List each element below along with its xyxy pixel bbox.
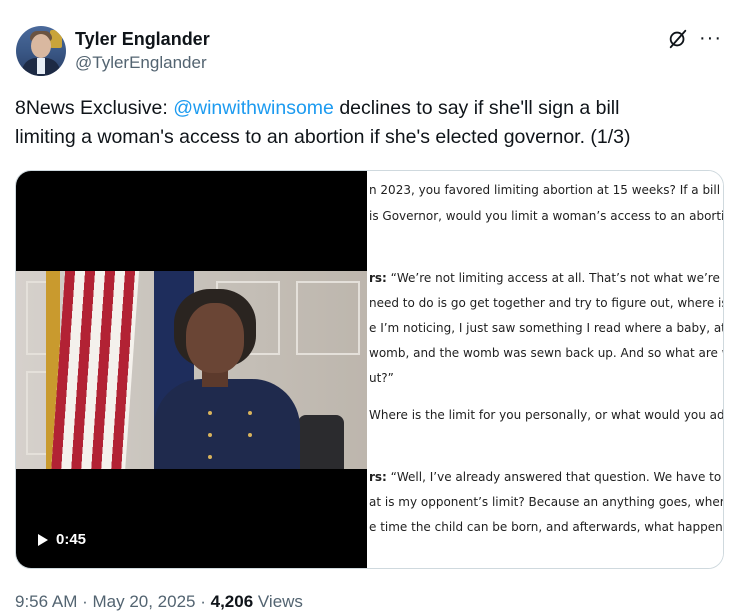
tweet-meta: 9:56 AM · May 20, 2025 · 4,206 Views bbox=[15, 592, 303, 611]
author-name[interactable]: Tyler Englander bbox=[75, 29, 210, 50]
transcript-line: n 2023, you favored limiting abortion at… bbox=[369, 183, 723, 197]
transcript-line: rs: “We’re not limiting access at all. T… bbox=[369, 271, 723, 285]
video-duration: 0:45 bbox=[56, 531, 87, 548]
transcript-line: e I’m noticing, I just saw something I r… bbox=[369, 321, 723, 335]
tweet-time[interactable]: 9:56 AM bbox=[15, 592, 77, 611]
transcript-line: rs: “Well, I’ve already answered that qu… bbox=[369, 470, 723, 484]
views-label: Views bbox=[253, 592, 303, 611]
transcript-line: womb, and the womb was sewn back up. And… bbox=[369, 346, 723, 360]
jacket-button bbox=[208, 455, 212, 459]
video-player[interactable]: 0:45 bbox=[16, 171, 367, 568]
more-icon[interactable]: ··· bbox=[699, 27, 722, 50]
author-handle[interactable]: @TylerEnglander bbox=[75, 53, 207, 73]
transcript-line: need to do is go get together and try to… bbox=[369, 296, 723, 310]
transcript-line: is Governor, would you limit a woman’s a… bbox=[369, 209, 723, 223]
transcript-line: at is my opponent’s limit? Because an an… bbox=[369, 495, 723, 509]
grok-icon[interactable] bbox=[667, 28, 689, 50]
transcript-image: n 2023, you favored limiting abortion at… bbox=[367, 171, 723, 568]
play-icon[interactable] bbox=[38, 533, 48, 546]
mention-link[interactable]: @winwithwinsome bbox=[173, 97, 334, 119]
us-flag bbox=[50, 271, 140, 469]
avatar-shirt bbox=[37, 58, 45, 74]
transcript-line: Where is the limit for you personally, o… bbox=[369, 408, 723, 422]
jacket-button bbox=[208, 433, 212, 437]
media-card[interactable]: 0:45 n 2023, you favored limiting aborti… bbox=[15, 170, 724, 569]
tweet-text: 8News Exclusive: @winwithwinsome decline… bbox=[15, 94, 715, 152]
avatar-face bbox=[31, 34, 51, 58]
speaker-body bbox=[154, 379, 300, 469]
views-count: 4,206 bbox=[210, 592, 254, 611]
tweet-date[interactable]: May 20, 2025 bbox=[92, 592, 195, 611]
wall-panel bbox=[296, 281, 360, 355]
video-frame bbox=[16, 271, 367, 469]
jacket-button bbox=[208, 411, 212, 415]
play-control[interactable]: 0:45 bbox=[38, 531, 86, 548]
tweet-text-line2: limiting a woman's access to an abortion… bbox=[15, 126, 631, 148]
transcript-line: e time the child can be born, and afterw… bbox=[369, 520, 723, 534]
speaker-face bbox=[186, 303, 244, 373]
chair bbox=[298, 415, 344, 469]
jacket-button bbox=[248, 433, 252, 437]
avatar[interactable] bbox=[16, 26, 66, 76]
tweet-text-line1: declines to say if she'll sign a bill bbox=[333, 97, 620, 119]
tweet-text-prefix: 8News Exclusive: bbox=[15, 97, 174, 119]
transcript-line: ut?” bbox=[369, 371, 394, 385]
jacket-button bbox=[248, 411, 252, 415]
